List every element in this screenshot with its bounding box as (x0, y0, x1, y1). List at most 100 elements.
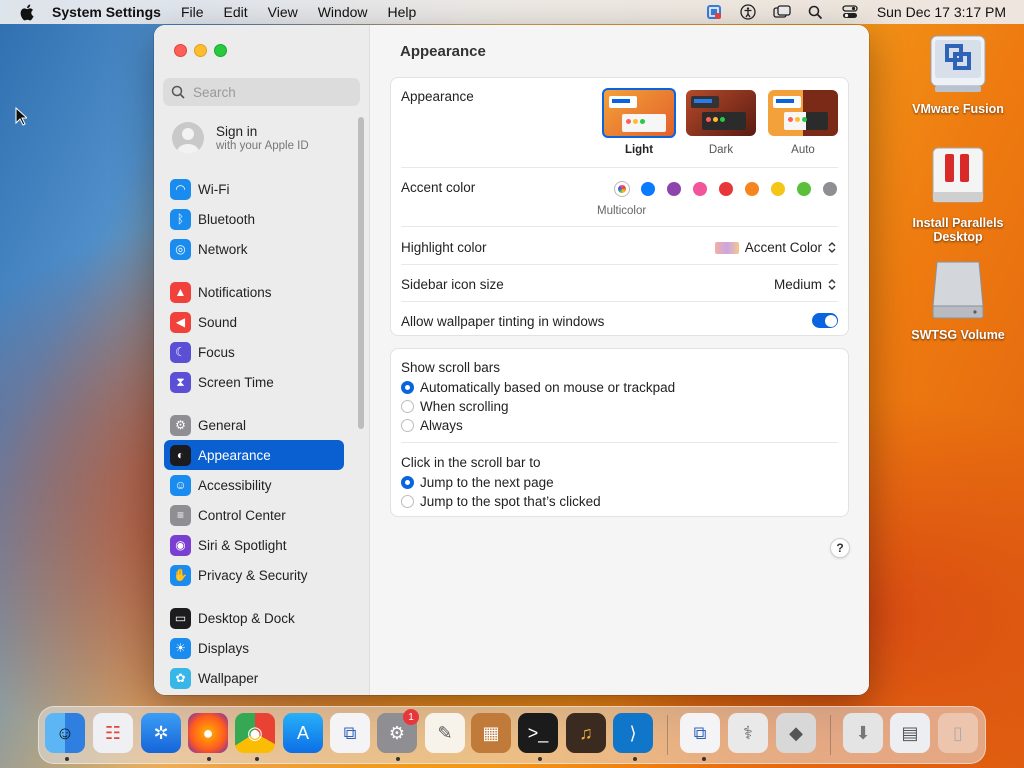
accessibility-icon: ☺ (170, 474, 191, 496)
sidebar-item-label: Accessibility (198, 477, 272, 493)
sidebar-item-desktop-dock[interactable]: ▭ Desktop & Dock (164, 603, 344, 633)
highlight-color-popup[interactable]: Accent Color (714, 240, 836, 255)
dock-chrome-icon[interactable]: ◉ (235, 713, 275, 753)
sidebar-item-label: Control Center (198, 507, 286, 523)
app-menu[interactable]: System Settings (52, 0, 171, 24)
dock-disk-utility-icon[interactable]: ⚕ (728, 713, 768, 753)
appearance-settings-panel: Appearance Light Dark Auto Accent color … (390, 77, 849, 336)
dock-launchpad-icon[interactable]: ☷ (93, 713, 133, 753)
sidebar-item-network[interactable]: ◎ Network (164, 234, 344, 264)
dock-documents-icon[interactable]: ▤ (890, 713, 930, 753)
sidebar-item-label: Appearance (198, 447, 271, 463)
accent-color-multicolor[interactable] (615, 182, 629, 196)
vmware-status-icon[interactable] (697, 0, 731, 24)
sidebar-item-wi-fi[interactable]: ◠ Wi-Fi (164, 174, 344, 204)
accent-color-swatch[interactable] (693, 182, 707, 196)
accent-color-swatch[interactable] (641, 182, 655, 196)
appearance-option-light[interactable] (602, 88, 676, 138)
dock-textedit-icon[interactable]: ✎ (425, 713, 465, 753)
desktop-icon-vmware-fusion[interactable]: VMware Fusion (903, 34, 1013, 116)
moon-icon: ☾ (170, 341, 191, 363)
sidebar-item-general[interactable]: ⚙ General (164, 410, 344, 440)
appearance-pane: Appearance Appearance Light Dark Auto Ac… (370, 25, 869, 695)
accessibility-status-icon[interactable] (731, 0, 765, 24)
zoom-button[interactable] (214, 44, 227, 57)
search-field[interactable] (163, 78, 360, 106)
accent-color-swatch[interactable] (771, 182, 785, 196)
sidebar-item-sound[interactable]: ◀ Sound (164, 307, 344, 337)
search-icon (171, 85, 185, 99)
updown-chevron-icon (828, 279, 836, 290)
help-button[interactable]: ? (830, 538, 850, 558)
sidebar-item-bluetooth[interactable]: ᛒ Bluetooth (164, 204, 344, 234)
sidebar-item-privacy-security[interactable]: ✋ Privacy & Security (164, 560, 344, 590)
sidebar-scrollbar[interactable] (358, 117, 364, 429)
dock-icon: ▭ (170, 607, 191, 629)
dock-firefox-icon[interactable]: ● (188, 713, 228, 753)
window-menu[interactable]: Window (308, 0, 378, 24)
file-menu[interactable]: File (171, 0, 214, 24)
dock-safari-icon[interactable]: ✲ (141, 713, 181, 753)
sidebar-item-wallpaper[interactable]: ✿ Wallpaper (164, 663, 344, 693)
accent-color-swatch[interactable] (667, 182, 681, 196)
close-button[interactable] (174, 44, 187, 57)
avatar (172, 122, 204, 154)
sidebar-item-focus[interactable]: ☾ Focus (164, 337, 344, 367)
page-title: Appearance (400, 43, 486, 60)
sidebar-item-accessibility[interactable]: ☺ Accessibility (164, 470, 344, 500)
sidebar-item-appearance[interactable]: ◐ Appearance (164, 440, 344, 470)
scroll-bar-settings-panel: Show scroll bars Automatically based on … (390, 348, 849, 517)
sidebar-item-label: Wi-Fi (198, 181, 230, 197)
desktop-icon-label: Install Parallels Desktop (912, 216, 1004, 244)
clock[interactable]: Sun Dec 17 3:17 PM (867, 4, 1024, 20)
dock-vscode-icon[interactable]: ⟩ (613, 713, 653, 753)
appearance-auto-label: Auto (791, 144, 815, 156)
scrollbars-automatic-radio[interactable]: Automatically based on mouse or trackpad (401, 380, 675, 395)
dock-vmware-fusion-icon[interactable]: ⧉ (680, 713, 720, 753)
appearance-option-dark[interactable] (686, 90, 756, 136)
accent-color-swatch[interactable] (719, 182, 733, 196)
accent-color-swatch[interactable] (823, 182, 837, 196)
jump-next-page-radio[interactable]: Jump to the next page (401, 475, 554, 490)
dock-running-indicator (207, 757, 211, 761)
dock-archive-icon[interactable]: ▦ (471, 713, 511, 753)
dock-bootcamp-icon[interactable]: ◆ (776, 713, 816, 753)
sidebar-item-notifications[interactable]: ▲ Notifications (164, 277, 344, 307)
desktop-icon-swtsg-volume[interactable]: SWTSG Volume (903, 260, 1013, 342)
scrollbars-when-scrolling-radio[interactable]: When scrolling (401, 399, 509, 414)
sidebar-item-screen-time[interactable]: ⧗ Screen Time (164, 367, 344, 397)
sidebar-icon-size-popup[interactable]: Medium (774, 277, 836, 292)
desktop-icon-install-parallels[interactable]: Install Parallels Desktop (903, 146, 1013, 244)
edit-menu[interactable]: Edit (214, 0, 258, 24)
view-menu[interactable]: View (258, 0, 308, 24)
dock-trash-icon[interactable]: ▯ (938, 713, 978, 753)
apple-menu-icon[interactable] (0, 4, 52, 21)
dock-garageband-icon[interactable]: ♫ (566, 713, 606, 753)
sidebar-item-control-center[interactable]: ≡ Control Center (164, 500, 344, 530)
minimize-button[interactable] (194, 44, 207, 57)
help-menu[interactable]: Help (378, 0, 427, 24)
wallpaper-tinting-label: Allow wallpaper tinting in windows (401, 314, 605, 329)
dock-finder-icon[interactable]: ☺ (45, 713, 85, 753)
jump-to-spot-radio[interactable]: Jump to the spot that’s clicked (401, 494, 601, 509)
dock-vmware-icon[interactable]: ⧉ (330, 713, 370, 753)
accent-color-swatch[interactable] (797, 182, 811, 196)
wallpaper-tinting-toggle[interactable] (812, 313, 838, 328)
globe-icon: ◎ (170, 238, 191, 260)
sidebar-item-displays[interactable]: ☀ Displays (164, 633, 344, 663)
dock-downloads-icon[interactable]: ⬇ (843, 713, 883, 753)
dock-app-store-icon[interactable]: A (283, 713, 323, 753)
control-center-icon[interactable] (833, 0, 867, 24)
search-input[interactable] (193, 84, 353, 100)
sidebar-icon-size-label: Sidebar icon size (401, 277, 504, 292)
dock-terminal-icon[interactable]: >_ (518, 713, 558, 753)
apple-id-signin[interactable]: Sign in with your Apple ID (172, 122, 309, 154)
scrollbars-always-radio[interactable]: Always (401, 418, 463, 433)
screen-mirroring-icon[interactable] (765, 0, 799, 24)
sidebar-item-siri-spotlight[interactable]: ◉ Siri & Spotlight (164, 530, 344, 560)
spotlight-search-icon[interactable] (799, 0, 833, 24)
parallels-installer-icon (932, 147, 984, 203)
accent-color-swatch[interactable] (745, 182, 759, 196)
highlight-color-value: Accent Color (744, 240, 822, 255)
appearance-option-auto[interactable] (768, 90, 838, 136)
